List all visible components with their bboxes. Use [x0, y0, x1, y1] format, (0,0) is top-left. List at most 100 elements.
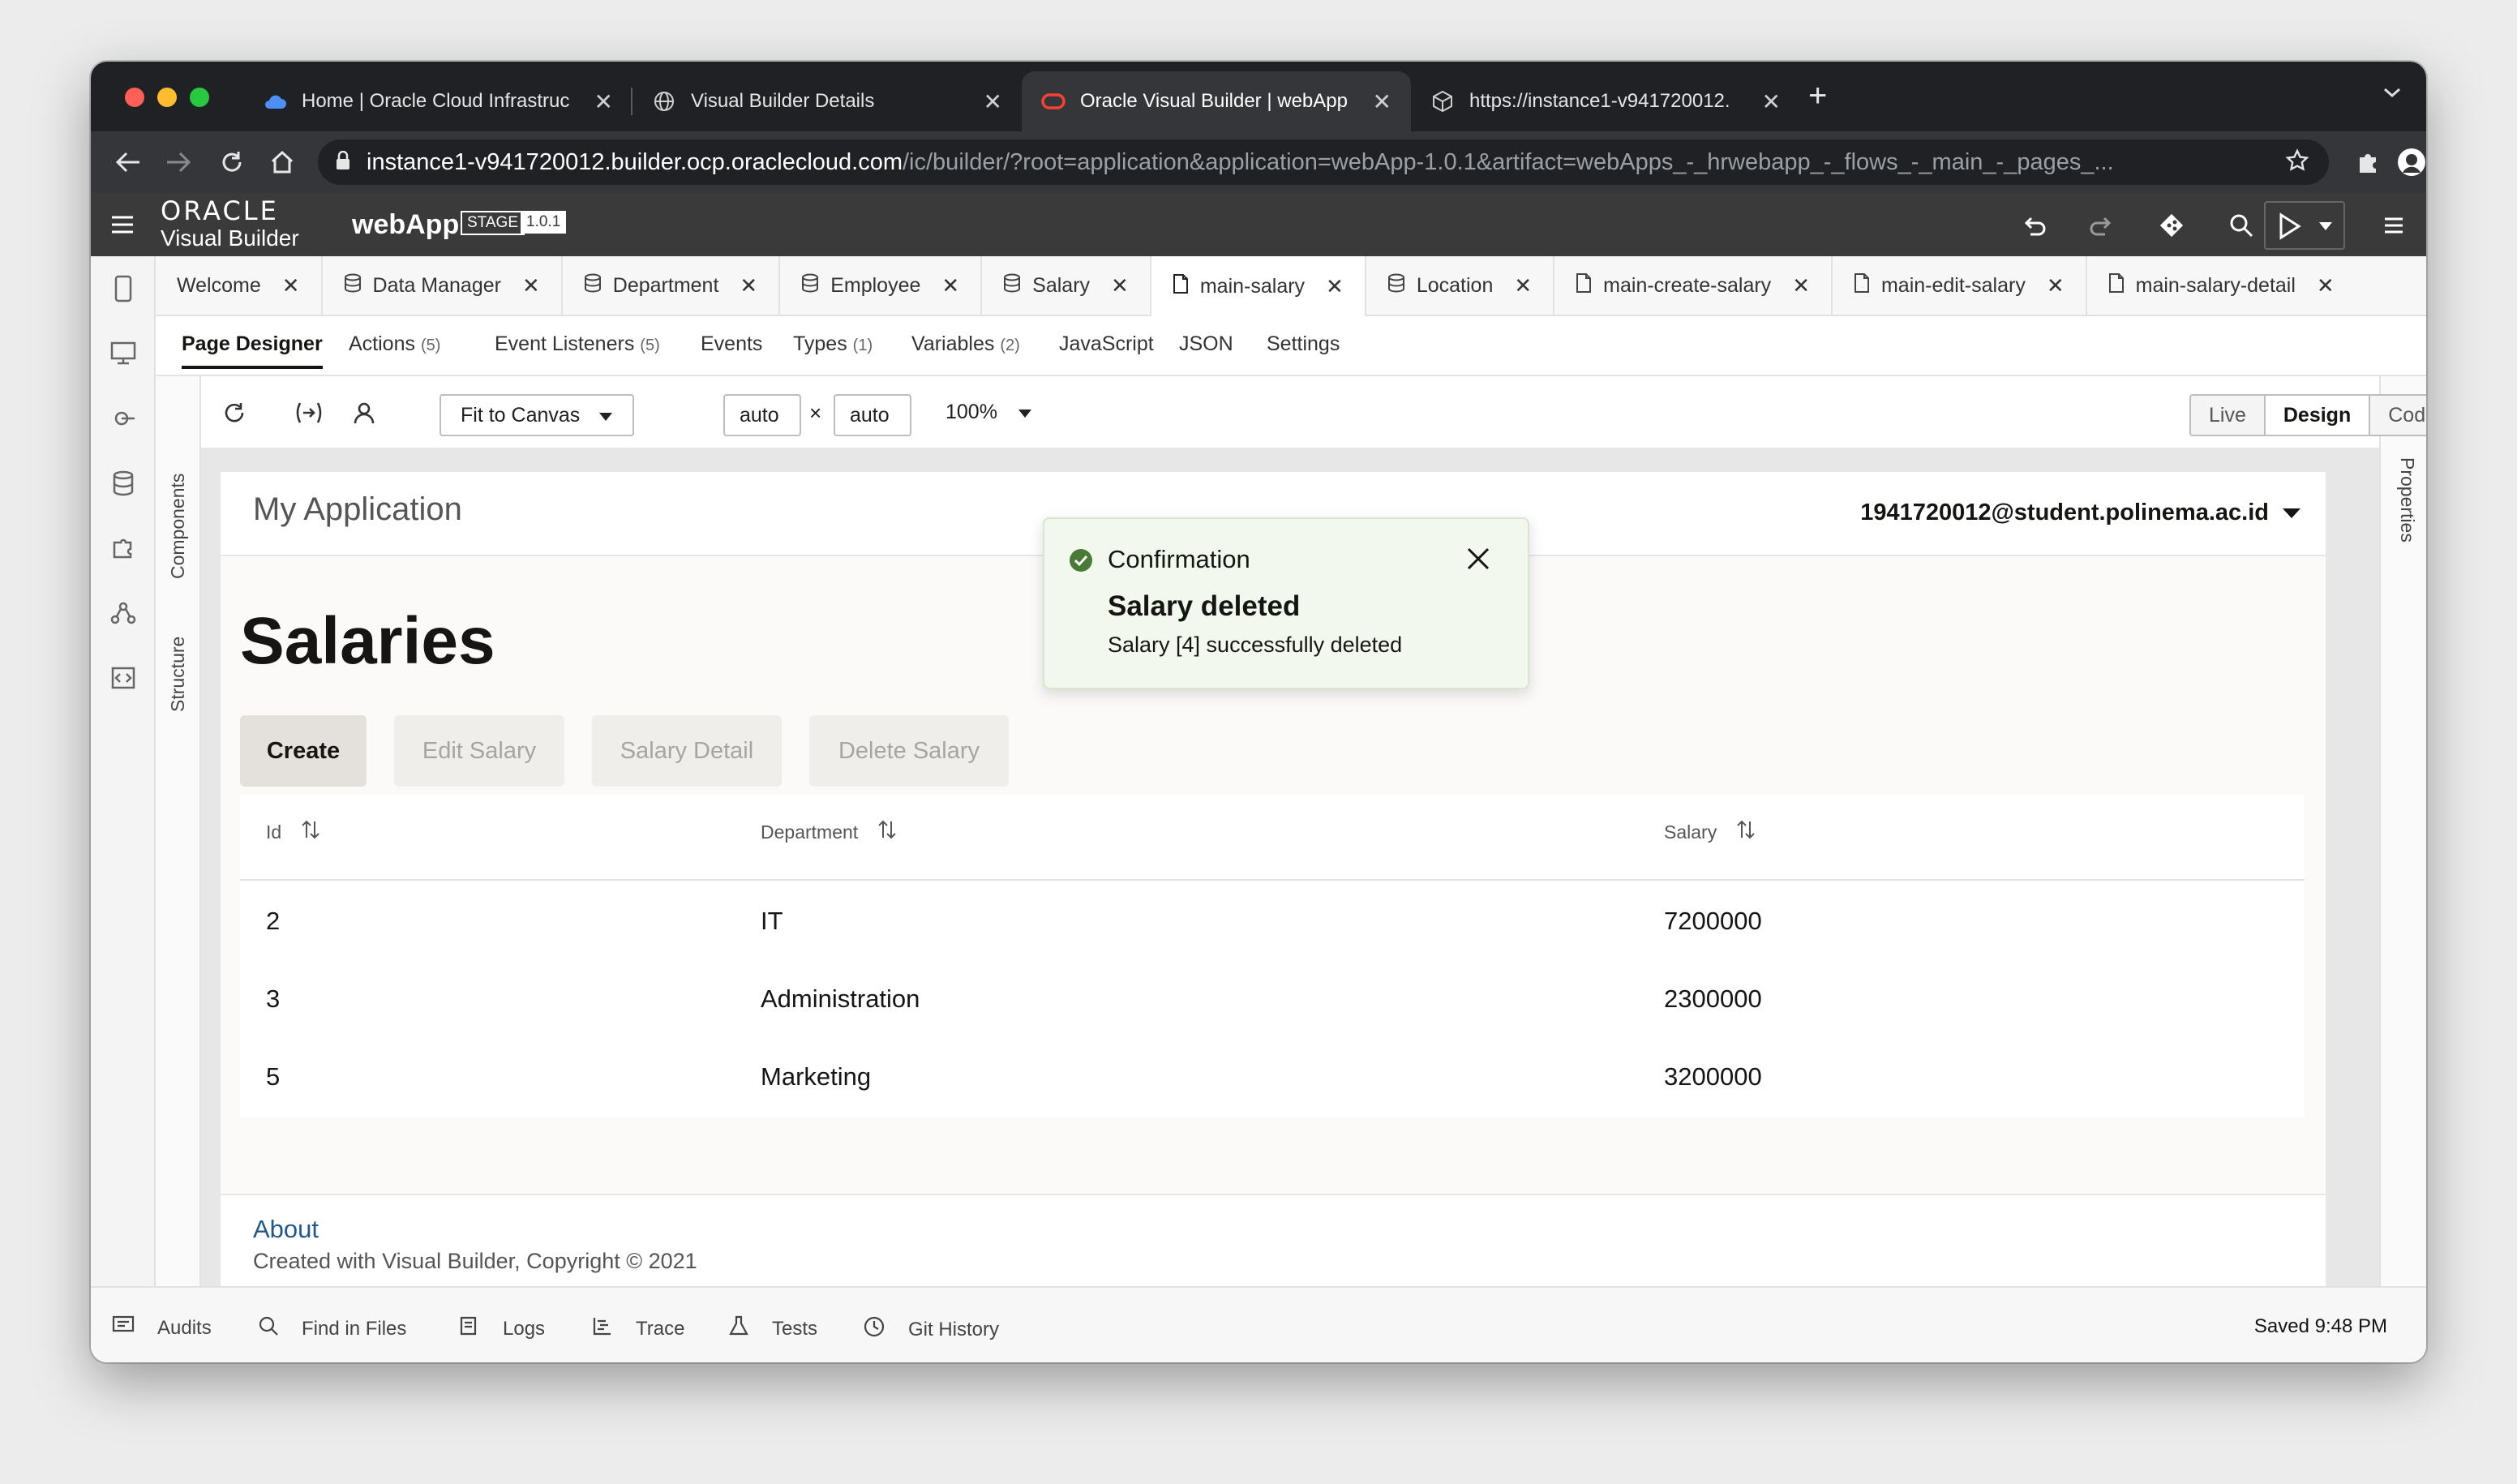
- structure-tab[interactable]: Structure: [167, 637, 189, 712]
- close-icon[interactable]: ✕: [1792, 273, 1810, 298]
- tab-employee[interactable]: Employee ✕: [780, 256, 983, 315]
- browser-tab-visual-builder[interactable]: Oracle Visual Builder | webApp ✕: [1022, 71, 1411, 131]
- business-objects-icon[interactable]: [107, 467, 139, 500]
- close-tab-icon[interactable]: ✕: [1373, 88, 1391, 115]
- back-arrow-icon[interactable]: [112, 146, 144, 178]
- tab-javascript[interactable]: JavaScript: [1059, 332, 1154, 356]
- tab-actions[interactable]: Actions (5): [349, 332, 440, 356]
- database-icon: [1387, 273, 1405, 298]
- tab-main-salary[interactable]: main-salary ✕: [1151, 256, 1366, 316]
- sort-icon[interactable]: [301, 819, 320, 845]
- design-mode-button[interactable]: Design: [2265, 396, 2371, 435]
- close-icon[interactable]: ✕: [1326, 274, 1344, 299]
- close-window-button[interactable]: [125, 88, 144, 107]
- tab-settings[interactable]: Settings: [1267, 332, 1340, 356]
- refresh-icon[interactable]: [219, 397, 250, 428]
- salary-detail-button[interactable]: Salary Detail: [592, 715, 782, 787]
- close-tab-icon[interactable]: ✕: [594, 88, 613, 115]
- tab-variables[interactable]: Variables (2): [911, 332, 1020, 356]
- menu-lines-icon[interactable]: [2378, 209, 2410, 242]
- tests-button[interactable]: Tests: [728, 1315, 817, 1342]
- column-header-department[interactable]: Department: [761, 819, 897, 845]
- zoom-select[interactable]: 100%: [945, 401, 1032, 424]
- live-mode-button[interactable]: Live: [2191, 396, 2266, 435]
- about-link[interactable]: About: [253, 1215, 319, 1244]
- profile-avatar[interactable]: [2395, 146, 2426, 178]
- create-button[interactable]: Create: [240, 715, 367, 787]
- logs-button[interactable]: Logs: [459, 1315, 545, 1342]
- process-icon[interactable]: [107, 597, 139, 629]
- services-icon[interactable]: [107, 402, 139, 435]
- sort-icon[interactable]: [877, 819, 897, 845]
- code-mode-button[interactable]: Code: [2370, 396, 2426, 435]
- column-header-id[interactable]: Id: [266, 819, 320, 845]
- user-role-icon[interactable]: [349, 397, 379, 428]
- audits-button[interactable]: Audits: [112, 1315, 212, 1340]
- tab-main-create-salary[interactable]: main-create-salary ✕: [1554, 256, 1833, 315]
- tab-types[interactable]: Types (1): [793, 332, 873, 356]
- redo-icon[interactable]: [2086, 209, 2118, 242]
- tab-department[interactable]: Department ✕: [563, 256, 781, 315]
- close-icon[interactable]: [1466, 547, 1490, 575]
- close-tab-icon[interactable]: ✕: [1762, 88, 1781, 115]
- browser-tab-vb-details[interactable]: Visual Builder Details ✕: [632, 71, 1022, 131]
- search-icon[interactable]: [2225, 209, 2258, 242]
- new-tab-icon[interactable]: +: [1808, 79, 1827, 112]
- run-options-chevron-icon[interactable]: [2318, 221, 2334, 236]
- canvas-width-input[interactable]: auto: [723, 394, 801, 436]
- edit-salary-button[interactable]: Edit Salary: [394, 715, 564, 787]
- tab-main-edit-salary[interactable]: main-edit-salary ✕: [1833, 256, 2087, 315]
- close-icon[interactable]: ✕: [1514, 273, 1532, 298]
- undo-icon[interactable]: [2017, 209, 2050, 242]
- forward-arrow-icon[interactable]: [162, 146, 195, 178]
- reload-icon[interactable]: [216, 146, 248, 178]
- tab-salary[interactable]: Salary ✕: [982, 256, 1151, 315]
- components-tab[interactable]: Components: [167, 474, 189, 579]
- run-button[interactable]: [2264, 201, 2345, 250]
- browser-tab-oci-home[interactable]: Home | Oracle Cloud Infrastruc ✕: [243, 71, 632, 131]
- variables-icon[interactable]: [294, 397, 324, 428]
- close-icon[interactable]: ✕: [522, 273, 540, 298]
- hamburger-menu-icon[interactable]: [109, 211, 136, 242]
- fit-to-canvas-select[interactable]: Fit to Canvas: [440, 394, 634, 436]
- sort-icon[interactable]: [1736, 819, 1756, 845]
- tab-event-listeners[interactable]: Event Listeners (5): [495, 332, 660, 356]
- web-apps-icon[interactable]: [107, 337, 139, 370]
- tab-search-chevron-icon[interactable]: [2382, 86, 2402, 103]
- minimize-window-button[interactable]: [157, 88, 177, 107]
- user-menu-caret-icon[interactable]: [2282, 508, 2301, 523]
- home-icon[interactable]: [266, 146, 298, 178]
- tab-location[interactable]: Location ✕: [1366, 256, 1555, 315]
- git-icon[interactable]: [2155, 209, 2188, 242]
- close-icon[interactable]: ✕: [1111, 273, 1129, 298]
- close-icon[interactable]: ✕: [2047, 273, 2065, 298]
- address-bar[interactable]: instance1-v941720012.builder.ocp.oraclec…: [318, 139, 2329, 185]
- properties-tab[interactable]: Properties: [2396, 457, 2418, 543]
- close-tab-icon[interactable]: ✕: [984, 88, 1002, 115]
- lock-icon: [336, 150, 350, 174]
- find-in-files-button[interactable]: Find in Files: [258, 1315, 406, 1342]
- tab-page-designer[interactable]: Page Designer: [182, 332, 323, 369]
- close-icon[interactable]: ✕: [2317, 273, 2335, 298]
- components-icon[interactable]: [107, 532, 139, 564]
- close-icon[interactable]: ✕: [941, 273, 959, 298]
- delete-salary-button[interactable]: Delete Salary: [809, 715, 1009, 787]
- canvas-height-input[interactable]: auto: [834, 394, 911, 436]
- zoom-window-button[interactable]: [190, 88, 209, 107]
- tab-welcome[interactable]: Welcome ✕: [156, 256, 323, 315]
- browser-tab-instance[interactable]: https://instance1-v941720012. ✕: [1411, 71, 1800, 131]
- close-icon[interactable]: ✕: [740, 273, 757, 298]
- mobile-apps-icon[interactable]: [107, 272, 139, 305]
- close-icon[interactable]: ✕: [282, 273, 300, 298]
- tab-json[interactable]: JSON: [1179, 332, 1233, 356]
- bookmark-star-icon[interactable]: [2285, 148, 2309, 177]
- git-history-button[interactable]: Git History: [863, 1315, 999, 1344]
- tab-data-manager[interactable]: Data Manager ✕: [323, 256, 563, 315]
- trace-button[interactable]: Trace: [592, 1315, 684, 1342]
- tab-events[interactable]: Events: [701, 332, 762, 356]
- column-header-salary[interactable]: Salary: [1664, 819, 1756, 845]
- user-menu[interactable]: 1941720012@student.polinema.ac.id: [1860, 500, 2269, 526]
- source-code-icon[interactable]: [107, 662, 139, 694]
- tab-main-salary-detail[interactable]: main-salary-detail ✕: [2087, 256, 2356, 315]
- extensions-puzzle-icon[interactable]: [2352, 146, 2384, 178]
